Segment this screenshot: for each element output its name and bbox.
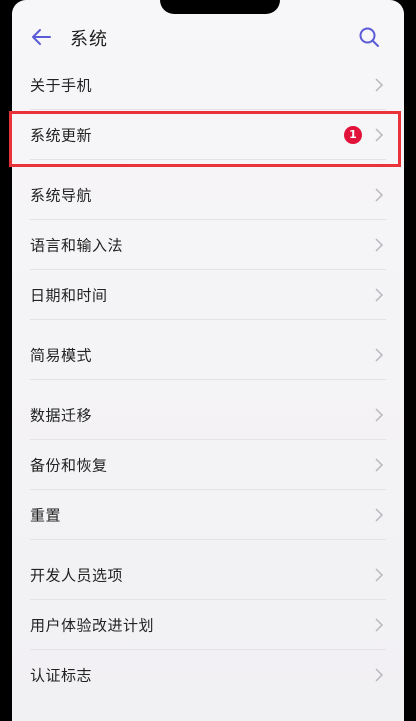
chevron-right-icon [375,348,384,362]
settings-item-language-input[interactable]: 语言和输入法 [12,220,404,270]
chevron-right-icon [375,238,384,252]
divider [30,539,386,540]
chevron-right-icon [375,128,384,142]
settings-list: 关于手机 系统更新 1 系统导航 语言和输入法 日期和时间 简易模式 数据迁移 … [12,60,404,700]
chevron-right-icon [375,618,384,632]
settings-screen: 系统 关于手机 系统更新 1 系统导航 语言和输入法 日期和时间 简易模式 数据… [12,0,404,721]
settings-item-label: 简易模式 [30,346,93,365]
chevron-right-icon [375,668,384,682]
settings-item-label: 重置 [30,506,62,525]
divider [30,319,386,320]
search-icon [359,27,379,47]
settings-item-label: 关于手机 [30,76,93,95]
settings-item-data-migration[interactable]: 数据迁移 [12,390,404,440]
settings-item-label: 备份和恢复 [30,456,108,475]
chevron-right-icon [375,408,384,422]
settings-item-label: 数据迁移 [30,406,93,425]
chevron-right-icon [375,508,384,522]
settings-item-label: 认证标志 [30,666,93,685]
settings-item-label: 用户体验改进计划 [30,616,155,635]
divider [30,159,386,160]
settings-item-developer-options[interactable]: 开发人员选项 [12,550,404,600]
back-button[interactable] [26,22,56,52]
notification-badge: 1 [344,126,362,144]
settings-item-date-time[interactable]: 日期和时间 [12,270,404,320]
header-bar: 系统 [12,16,404,60]
settings-item-label: 开发人员选项 [30,566,124,585]
phone-frame: 系统 关于手机 系统更新 1 系统导航 语言和输入法 日期和时间 简易模式 数据… [0,0,416,721]
back-arrow-icon [32,29,51,45]
settings-item-label: 系统更新 [30,126,93,145]
chevron-right-icon [375,78,384,92]
settings-item-system-navigation[interactable]: 系统导航 [12,170,404,220]
chevron-right-icon [375,458,384,472]
settings-item-user-experience[interactable]: 用户体验改进计划 [12,600,404,650]
settings-item-system-update[interactable]: 系统更新 1 [12,110,404,160]
settings-item-about-phone[interactable]: 关于手机 [12,60,404,110]
settings-item-label: 语言和输入法 [30,236,124,255]
settings-item-reset[interactable]: 重置 [12,490,404,540]
camera-notch [160,0,280,14]
settings-item-label: 日期和时间 [30,286,108,305]
divider [30,379,386,380]
chevron-right-icon [375,288,384,302]
page-title: 系统 [70,29,108,50]
search-button[interactable] [354,22,384,52]
chevron-right-icon [375,188,384,202]
settings-item-label: 系统导航 [30,186,93,205]
settings-item-certification[interactable]: 认证标志 [12,650,404,700]
chevron-right-icon [375,568,384,582]
settings-item-backup-restore[interactable]: 备份和恢复 [12,440,404,490]
settings-item-simple-mode[interactable]: 简易模式 [12,330,404,380]
